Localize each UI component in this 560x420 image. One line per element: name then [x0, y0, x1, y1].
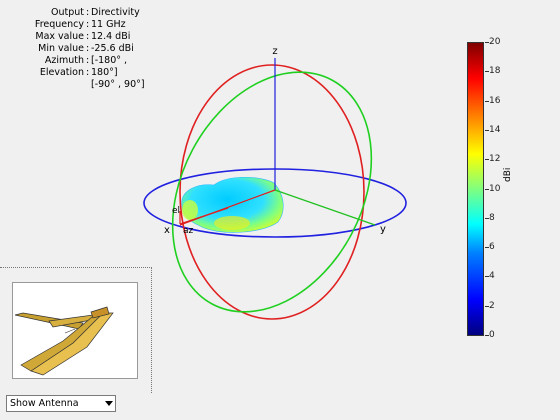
- colorbar: [467, 42, 484, 336]
- x-axis-label: x: [164, 225, 170, 236]
- colorbar-tick-label: 8: [489, 212, 495, 223]
- colorbar-tick-label: 20: [489, 37, 501, 47]
- chevron-down-icon: [105, 401, 113, 406]
- colorbar-unit-label: dBi: [503, 167, 513, 182]
- colorbar-tick-label: 12: [489, 154, 501, 165]
- colorbar-tick-label: 6: [489, 242, 495, 253]
- lobe-highlight: [214, 216, 250, 230]
- colorbar-tick-label: 16: [489, 95, 501, 106]
- colorbar-tick-label: 14: [489, 124, 501, 135]
- az-label: az: [183, 226, 194, 236]
- colorbar-tick-label: 18: [489, 66, 501, 77]
- y-axis-line: [274, 189, 376, 226]
- y-axis-label: y: [380, 224, 386, 235]
- lobe-highlight-left: [182, 200, 198, 220]
- colorbar-tick-label: 0: [489, 330, 495, 340]
- antenna-geometry-icon: [14, 306, 114, 376]
- colorbar-tick-label: 2: [489, 300, 495, 311]
- show-antenna-dropdown[interactable]: Show Antenna: [6, 395, 116, 412]
- antenna-preview-panel: [0, 267, 152, 393]
- colorbar-tick-label: 10: [489, 183, 501, 194]
- el-label: el: [172, 206, 180, 216]
- z-axis-label: z: [272, 46, 277, 57]
- antenna-preview: [12, 282, 138, 379]
- colorbar-tick-label: 4: [489, 271, 495, 282]
- show-antenna-label: Show Antenna: [10, 398, 79, 409]
